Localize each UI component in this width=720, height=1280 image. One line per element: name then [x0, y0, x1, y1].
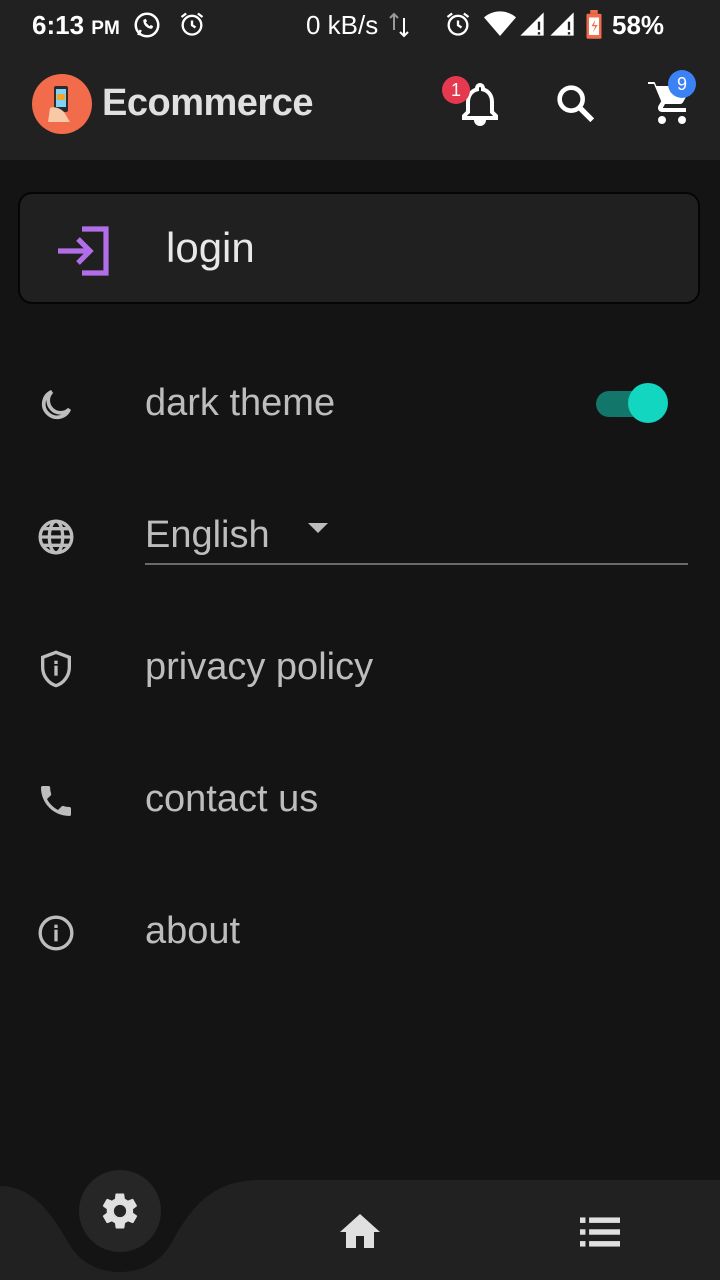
- status-time: 6:13 PM: [32, 10, 120, 40]
- dark-theme-label: dark theme: [145, 382, 336, 424]
- about-row[interactable]: about: [0, 893, 720, 973]
- cart-icon: [646, 82, 694, 132]
- globe-icon: [36, 517, 76, 557]
- signal-icon-2: [548, 10, 576, 45]
- chevron-down-icon[interactable]: [306, 521, 330, 540]
- language-underline: [145, 563, 688, 565]
- app-title: Ecommerce: [102, 82, 313, 124]
- about-label: about: [145, 910, 241, 952]
- notification-badge: 1: [442, 76, 470, 104]
- privacy-policy-label: privacy policy: [145, 646, 374, 688]
- contact-us-row[interactable]: contact us: [0, 761, 720, 841]
- contact-us-label: contact us: [145, 778, 319, 820]
- battery-icon: [584, 10, 604, 47]
- home-nav-button[interactable]: [336, 1208, 384, 1261]
- dark-theme-toggle[interactable]: [596, 383, 668, 423]
- app-logo: [32, 74, 92, 134]
- login-label: login: [166, 224, 255, 271]
- bell-icon: [456, 83, 504, 132]
- net-speed: 0 kB/s: [306, 10, 379, 40]
- login-icon: [56, 226, 110, 281]
- search-icon: [552, 85, 598, 130]
- alarm-icon: [178, 10, 206, 45]
- info-icon: [36, 913, 76, 953]
- moon-icon: [36, 385, 76, 425]
- bottom-nav: [0, 1170, 720, 1280]
- language-row: English: [0, 497, 720, 577]
- toggle-thumb: [628, 383, 668, 423]
- battery-percent: 58%: [612, 10, 665, 40]
- alarm-icon-2: [444, 10, 472, 45]
- dark-theme-row: dark theme: [0, 365, 720, 445]
- app-bar: Ecommerce 1 9: [0, 52, 720, 160]
- home-icon: [336, 1214, 384, 1260]
- categories-nav-button[interactable]: [578, 1212, 622, 1257]
- phone-icon: [36, 781, 76, 821]
- wifi-icon: [484, 10, 516, 45]
- settings-nav-button[interactable]: [79, 1170, 161, 1252]
- cart-badge: 9: [668, 70, 696, 98]
- signal-icon: [518, 10, 546, 45]
- login-button[interactable]: login: [18, 192, 700, 304]
- data-arrows-icon: [388, 10, 412, 47]
- notifications-button[interactable]: 1: [442, 76, 508, 132]
- cart-button[interactable]: 9: [646, 70, 698, 132]
- shield-icon: [36, 649, 76, 689]
- list-icon: [578, 1217, 622, 1256]
- whatsapp-icon: [132, 10, 162, 47]
- privacy-policy-row[interactable]: privacy policy: [0, 629, 720, 709]
- language-dropdown[interactable]: English: [145, 514, 270, 557]
- search-button[interactable]: [552, 80, 604, 132]
- status-bar: 6:13 PM 0 kB/s 58%: [0, 0, 720, 52]
